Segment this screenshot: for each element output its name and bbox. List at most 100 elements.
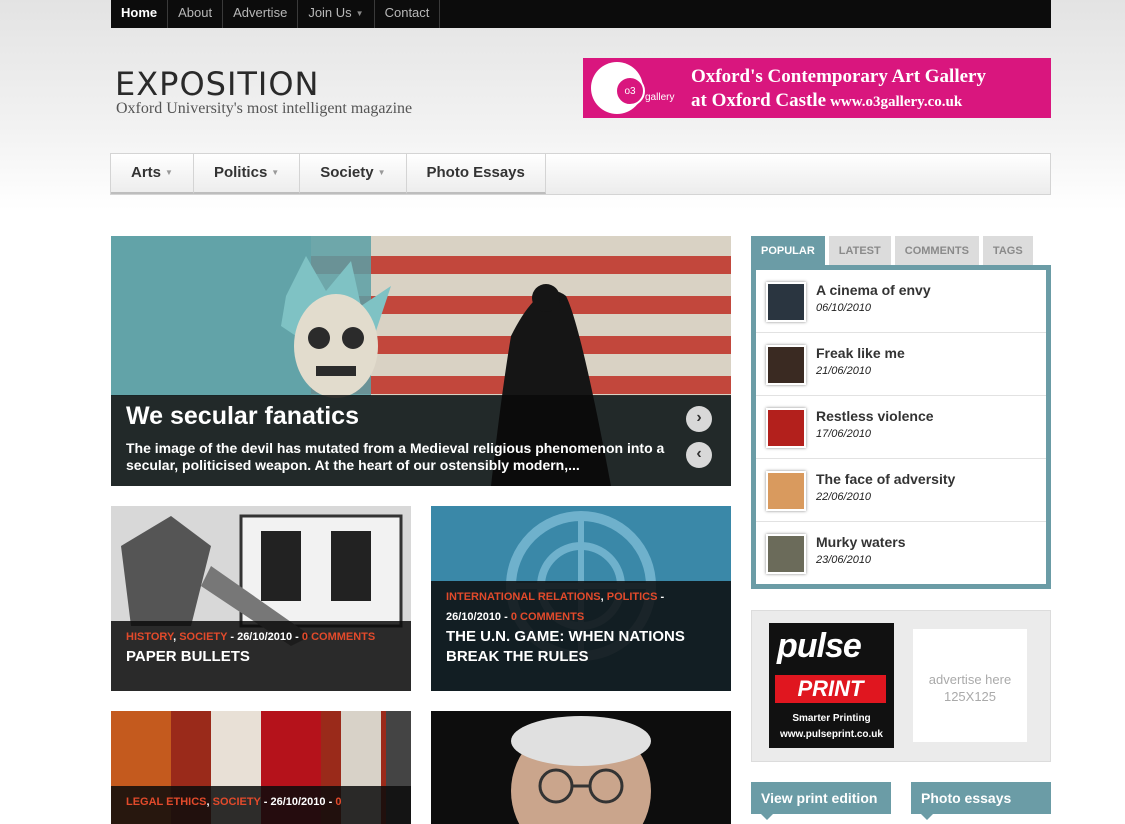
featured-caption: We secular fanatics The image of the dev… xyxy=(111,395,731,486)
comments-link[interactable]: 0 COMMENTS xyxy=(511,611,584,623)
article-tile[interactable]: LEGAL ETHICS, SOCIETY - 26/10/2010 - 0 xyxy=(111,711,411,824)
category-photo-essays-label: Photo Essays xyxy=(426,164,525,181)
top-nav-join-us-label: Join Us xyxy=(308,5,352,20)
sidebar-tabs: POPULAR LATEST COMMENTS TAGS xyxy=(751,236,1037,266)
featured-slider[interactable]: We secular fanatics The image of the dev… xyxy=(111,236,731,486)
article-categories: INTERNATIONAL RELATIONS, POLITICS - 26/1… xyxy=(446,591,665,623)
post-title[interactable]: Freak like me xyxy=(816,345,905,361)
category-politics-label: Politics xyxy=(213,164,268,181)
post-thumbnail[interactable] xyxy=(766,345,806,385)
post-date: 22/06/2010 xyxy=(816,491,872,503)
tab-comments[interactable]: COMMENTS xyxy=(894,236,979,266)
caret-down-icon: ▼ xyxy=(165,168,173,177)
article-tile[interactable]: HISTORY, SOCIETY - 26/10/2010 - 0 COMMEN… xyxy=(111,506,411,691)
top-nav-about[interactable]: About xyxy=(168,0,224,28)
comments-link[interactable]: 0 COMMENTS xyxy=(302,631,375,643)
gallery-logo-word: gallery xyxy=(645,92,675,103)
top-nav-contact[interactable]: Contact xyxy=(375,0,441,28)
post-thumbnail[interactable] xyxy=(766,282,806,322)
article-date: - 26/10/2010 - xyxy=(260,796,336,808)
article-title[interactable]: PAPER BULLETS xyxy=(126,647,396,667)
top-nav-contact-label: Contact xyxy=(384,5,430,20)
top-nav-home[interactable]: Home xyxy=(111,0,169,28)
category-photo-essays[interactable]: Photo Essays xyxy=(406,154,546,194)
article-tile[interactable]: INTERNATIONAL RELATIONS, POLITICS - 26/1… xyxy=(431,506,731,691)
top-nav-join-us[interactable]: Join Us ▼ xyxy=(298,0,375,28)
category-link[interactable]: SOCIETY xyxy=(179,631,227,643)
popular-item[interactable]: The face of adversity 22/06/2010 xyxy=(756,459,1046,522)
popular-list: A cinema of envy 06/10/2010 Freak like m… xyxy=(756,270,1046,584)
site-tagline: Oxford University's most intelligent mag… xyxy=(116,100,413,117)
category-link[interactable]: SOCIETY xyxy=(213,796,261,808)
chevron-right-icon: › xyxy=(696,409,702,426)
top-nav-home-label: Home xyxy=(121,5,158,20)
post-thumbnail[interactable] xyxy=(766,534,806,574)
post-date: 06/10/2010 xyxy=(816,302,872,314)
featured-title[interactable]: We secular fanatics xyxy=(126,402,359,431)
pulseprint-url: www.pulseprint.co.uk xyxy=(780,729,883,740)
post-thumbnail[interactable] xyxy=(766,471,806,511)
comments-link[interactable]: 0 xyxy=(335,796,341,808)
post-title[interactable]: The face of adversity xyxy=(816,471,955,487)
popular-item[interactable]: A cinema of envy 06/10/2010 xyxy=(756,270,1046,333)
article-meta: INTERNATIONAL RELATIONS, POLITICS - 26/1… xyxy=(431,581,731,691)
top-nav-advertise-label: Advertise xyxy=(233,5,288,20)
category-arts[interactable]: Arts ▼ xyxy=(111,154,194,194)
article-categories: HISTORY, SOCIETY - 26/10/2010 - 0 COMMEN… xyxy=(126,631,376,643)
post-thumbnail[interactable] xyxy=(766,408,806,448)
site-title[interactable]: EXPOSITION xyxy=(115,66,319,102)
category-link[interactable]: POLITICS xyxy=(607,591,658,603)
sidebar-ads: pulse PRINT Smarter Printing www.pulsepr… xyxy=(751,610,1051,762)
gallery-logo-number: o3 xyxy=(615,76,645,106)
tab-tags[interactable]: TAGS xyxy=(982,236,1033,266)
photo-essays-button[interactable]: Photo essays xyxy=(911,782,1051,820)
popular-item[interactable]: Restless violence 17/06/2010 xyxy=(756,396,1046,459)
article-date: - 26/10/2010 - xyxy=(227,631,302,643)
post-title[interactable]: Restless violence xyxy=(816,408,934,424)
category-politics[interactable]: Politics ▼ xyxy=(193,154,301,194)
tab-popular[interactable]: POPULAR xyxy=(751,236,825,266)
post-date: 21/06/2010 xyxy=(816,365,872,377)
post-title[interactable]: Murky waters xyxy=(816,534,905,550)
banner-ad[interactable]: o3 gallery Oxford's Contemporary Art Gal… xyxy=(583,58,1051,118)
slider-prev-button[interactable]: ‹ xyxy=(686,442,712,468)
category-link[interactable]: HISTORY xyxy=(126,631,173,643)
view-print-edition-button[interactable]: View print edition xyxy=(751,782,891,820)
speech-tip-icon xyxy=(761,814,773,820)
caret-down-icon: ▼ xyxy=(355,9,364,18)
top-nav-about-label: About xyxy=(178,5,213,20)
article-meta: LEGAL ETHICS, SOCIETY - 26/10/2010 - 0 xyxy=(111,786,411,824)
banner-url: www.o3gallery.co.uk xyxy=(830,94,963,110)
popular-item[interactable]: Freak like me 21/06/2010 xyxy=(756,333,1046,396)
banner-line2-text: at Oxford Castle xyxy=(691,90,827,111)
banner-line1: Oxford's Contemporary Art Gallery xyxy=(691,66,986,87)
article-categories: LEGAL ETHICS, SOCIETY - 26/10/2010 - 0 xyxy=(126,796,342,808)
featured-excerpt: The image of the devil has mutated from … xyxy=(126,440,665,473)
photo-essays-label: Photo essays xyxy=(921,790,1012,806)
category-arts-label: Arts xyxy=(131,164,162,181)
post-title[interactable]: A cinema of envy xyxy=(816,282,931,298)
speech-tip-icon xyxy=(921,814,933,820)
tab-latest[interactable]: LATEST xyxy=(828,236,891,266)
advertise-here-slot[interactable]: advertise here 125X125 xyxy=(913,629,1027,742)
caret-down-icon: ▼ xyxy=(377,168,386,177)
top-nav-advertise[interactable]: Advertise xyxy=(223,0,299,28)
slider-next-button[interactable]: › xyxy=(686,406,712,432)
article-image xyxy=(431,711,731,824)
advertise-here-text: advertise here xyxy=(928,672,1012,687)
pulseprint-ad[interactable]: pulse PRINT Smarter Printing www.pulsepr… xyxy=(769,623,894,748)
article-tile[interactable] xyxy=(431,711,731,824)
category-link[interactable]: INTERNATIONAL RELATIONS xyxy=(446,591,601,603)
chevron-left-icon: ‹ xyxy=(696,445,702,462)
popular-panel: A cinema of envy 06/10/2010 Freak like m… xyxy=(751,265,1051,589)
pulseprint-slogan: Smarter Printing xyxy=(792,713,871,724)
advertise-size-text: 125X125 xyxy=(943,689,997,704)
category-society[interactable]: Society ▼ xyxy=(300,154,407,194)
category-link[interactable]: LEGAL ETHICS xyxy=(126,796,206,808)
banner-line2: at Oxford Castle www.o3gallery.co.uk xyxy=(691,90,962,112)
article-title[interactable]: THE U.N. GAME: WHEN NATIONS BREAK THE RU… xyxy=(446,627,716,667)
popular-item[interactable]: Murky waters 23/06/2010 xyxy=(756,522,1046,585)
article-meta: HISTORY, SOCIETY - 26/10/2010 - 0 COMMEN… xyxy=(111,621,411,691)
category-nav: Arts ▼ Politics ▼ Society ▼ Photo Essays xyxy=(110,153,1051,195)
category-society-label: Society xyxy=(320,164,374,181)
